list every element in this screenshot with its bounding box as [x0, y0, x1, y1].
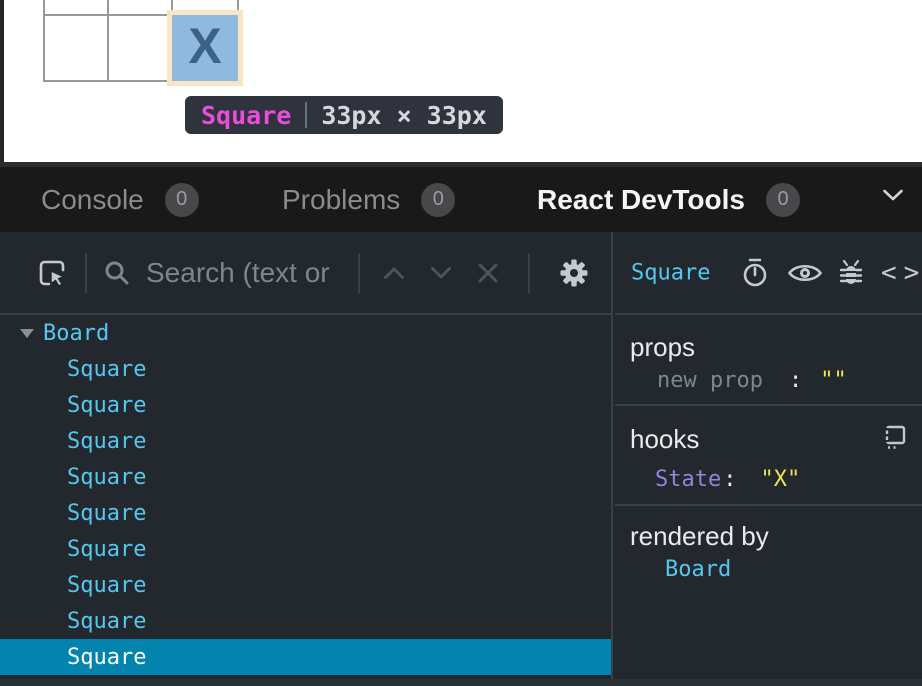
components-tree-panel: Board Square Square Square [0, 232, 613, 680]
view-source-code-icon[interactable]: <> [881, 258, 919, 288]
inspected-element-panel: Square <> [615, 232, 922, 680]
inspector-toolbar: Square <> [615, 232, 922, 315]
search-input[interactable] [146, 257, 351, 289]
tree-component-label: Square [67, 501, 146, 526]
devtools-screenshot: X Square 33px × 33px Console 0 Problems … [0, 0, 922, 686]
board-square[interactable] [45, 16, 109, 80]
toolbar-divider [528, 253, 530, 293]
drawer-tab[interactable]: Console 0 [41, 183, 199, 217]
tictactoe-board: X [43, 0, 239, 82]
debug-bug-icon[interactable] [837, 257, 865, 289]
board-square[interactable] [45, 0, 109, 16]
hooks-section-title: hooks [630, 424, 699, 454]
board-square[interactable] [109, 0, 173, 16]
previous-result-icon[interactable] [383, 266, 405, 280]
bottom-edge-strip [0, 679, 922, 686]
tree-row[interactable]: Square [0, 495, 611, 531]
tree-row[interactable]: Square [0, 603, 611, 639]
settings-gear-icon[interactable] [558, 257, 590, 289]
tree-row[interactable]: Square [0, 351, 611, 387]
rendered-by-section-title: rendered by [630, 521, 769, 551]
tree-component-label: Square [67, 609, 146, 634]
key-value-separator: : [789, 366, 802, 396]
tree-row[interactable]: Square [0, 639, 611, 675]
chevron-down-icon[interactable] [882, 189, 904, 202]
board-square[interactable] [173, 0, 237, 16]
tooltip-divider [305, 102, 307, 128]
parse-hook-names-icon[interactable] [880, 424, 908, 451]
page-viewport: X Square 33px × 33px [0, 0, 922, 162]
tree-row[interactable]: Square [0, 567, 611, 603]
tab-count-badge: 0 [165, 183, 199, 217]
state-hook-value[interactable]: "X" [760, 465, 800, 495]
search-icon [103, 259, 131, 287]
next-result-icon[interactable] [430, 266, 452, 280]
tree-component-label: Square [67, 645, 146, 670]
react-devtools-panel: Board Square Square Square [0, 232, 922, 680]
clear-search-icon[interactable] [477, 262, 499, 284]
tree-component-label: Square [67, 573, 146, 598]
board-square-highlighted[interactable]: X [173, 16, 237, 80]
view-eye-icon[interactable] [787, 260, 823, 286]
tab-label: React DevTools [537, 184, 745, 216]
section-divider [615, 504, 922, 506]
tree-component-label: Square [67, 465, 146, 490]
tree-component-label: Square [67, 537, 146, 562]
component-tree: Board Square Square Square [0, 315, 611, 675]
prop-value[interactable]: "" [820, 366, 847, 396]
tooltip-dimensions: 33px × 33px [321, 103, 487, 128]
inspect-element-icon[interactable] [35, 256, 69, 290]
hooks-state-row: State : "X" [655, 465, 800, 495]
tab-count-badge: 0 [421, 183, 455, 217]
drawer-tab[interactable]: Problems 0 [282, 183, 455, 217]
key-value-separator: : [723, 465, 736, 495]
tab-count-badge: 0 [766, 183, 800, 217]
tree-row[interactable]: Square [0, 531, 611, 567]
tab-label: Console [41, 184, 144, 216]
inspected-component-name: Square [631, 260, 710, 285]
expander-triangle-icon[interactable] [20, 329, 34, 338]
tree-component-label: Square [67, 357, 146, 382]
viewport-left-edge [0, 0, 4, 162]
rendered-by-board-link[interactable]: Board [665, 555, 731, 585]
profiler-stopwatch-icon[interactable] [740, 257, 770, 289]
tooltip-component-name: Square [201, 103, 291, 128]
tree-component-label: Square [67, 429, 146, 454]
tree-row[interactable]: Square [0, 387, 611, 423]
tree-toolbar [0, 232, 611, 315]
props-section-title: props [630, 332, 695, 362]
tree-row[interactable]: Square [0, 423, 611, 459]
drawer-tab[interactable]: React DevTools 0 [537, 183, 800, 217]
tab-label: Problems [282, 184, 400, 216]
tree-row[interactable]: Square [0, 459, 611, 495]
section-divider [615, 404, 922, 406]
element-size-tooltip: Square 33px × 33px [185, 96, 503, 134]
state-hook-label: State [655, 465, 721, 495]
toolbar-divider [85, 253, 87, 293]
tree-component-label: Square [67, 393, 146, 418]
toolbar-divider [358, 253, 360, 293]
inspect-highlight-overlay: X [172, 15, 238, 81]
square-x-value: X [188, 21, 221, 75]
tree-row[interactable]: Board [0, 315, 611, 351]
props-row: new prop : "" [657, 366, 847, 396]
board-square[interactable] [109, 16, 173, 80]
tree-component-label: Board [43, 321, 109, 346]
drawer-tab-bar: Console 0 Problems 0 React DevTools 0 [0, 162, 922, 232]
new-prop-input[interactable]: new prop [657, 366, 763, 396]
